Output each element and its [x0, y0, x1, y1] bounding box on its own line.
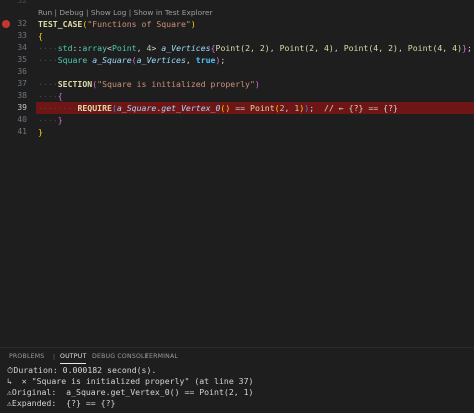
panel-tabs: PROBLEMS | OUTPUT DEBUG CONSOLE TERMINAL [0, 347, 474, 366]
code-text: TEST_CASE("Functions of Square") [38, 19, 196, 29]
code-text: { [38, 31, 43, 41]
codelens-actions[interactable]: Run | Debug | Show Log | Show in Test Ex… [38, 8, 213, 18]
code-text: ····{ [38, 91, 63, 101]
breakpoint-icon[interactable] [2, 20, 10, 28]
code-line: 32 [0, 0, 474, 7]
line-number: 37 [17, 79, 27, 88]
line-number: 40 [17, 115, 27, 124]
code-text: } [38, 127, 43, 137]
code-line: 35 ····Square a_Square(a_Vertices, true)… [0, 54, 474, 66]
code-line: 33 { [0, 30, 474, 42]
line-number: 39 [17, 103, 27, 112]
line-number: 34 [17, 43, 27, 52]
code-text: ····} [38, 115, 63, 125]
section-macro: SECTION [57, 79, 93, 89]
code-line: 41 } [0, 126, 474, 138]
output-line-expanded: ⚠Expanded: {?} == {?} [7, 398, 116, 408]
output-line-failure: ↳ ✕ "Square is initialized properly" (at… [7, 376, 254, 386]
code-text: ····Square a_Square(a_Vertices, true); [38, 55, 226, 65]
code-editor[interactable]: 32 Run | Debug | Show Log | Show in Test… [0, 0, 474, 347]
output-line-duration: ⏱Duration: 0.000182 second(s). [7, 365, 157, 375]
tab-output[interactable]: OUTPUT [60, 353, 87, 364]
section-name: "Square is initialized properly" [97, 79, 255, 89]
line-number: 32 [17, 19, 27, 28]
line-number: 32 [17, 0, 27, 5]
tab-problems[interactable]: PROBLEMS [9, 353, 44, 360]
line-number: 41 [17, 127, 27, 136]
require-macro: REQUIRE [77, 103, 112, 113]
tab-terminal[interactable]: TERMINAL [145, 353, 178, 360]
tab-divider: | [53, 354, 56, 361]
line-number: 36 [17, 67, 27, 76]
tab-debug-console[interactable]: DEBUG CONSOLE [92, 353, 149, 360]
code-text: ····std::array<Point, 4> a_Vertices{Poin… [38, 43, 472, 53]
code-line: 38 ····{ [0, 90, 474, 102]
line-number: 33 [17, 31, 27, 40]
code-line: 32 TEST_CASE("Functions of Square") [0, 18, 474, 30]
test-case-macro: TEST_CASE [38, 19, 83, 29]
output-line-original: ⚠Original: a_Square.get_Vertex_0() == Po… [7, 387, 254, 397]
code-line: 34 ····std::array<Point, 4> a_Vertices{P… [0, 42, 474, 54]
code-line: 36 [0, 66, 474, 78]
line-number: 38 [17, 91, 27, 100]
inline-failure-message: // ← {?} == {?} [324, 103, 398, 113]
code-line-failed: 39 ········REQUIRE(a_Square.get_Vertex_0… [0, 102, 474, 114]
code-text: ········REQUIRE(a_Square.get_Vertex_0() … [38, 103, 398, 113]
code-line: 40 ····} [0, 114, 474, 126]
line-number: 35 [17, 55, 27, 64]
code-text: ····SECTION("Square is initialized prope… [38, 79, 260, 89]
output-panel[interactable]: ⏱Duration: 0.000182 second(s). ↳ ✕ "Squa… [0, 365, 474, 413]
code-line: 37 ····SECTION("Square is initialized pr… [0, 78, 474, 90]
test-case-name: "Functions of Square" [87, 19, 191, 29]
